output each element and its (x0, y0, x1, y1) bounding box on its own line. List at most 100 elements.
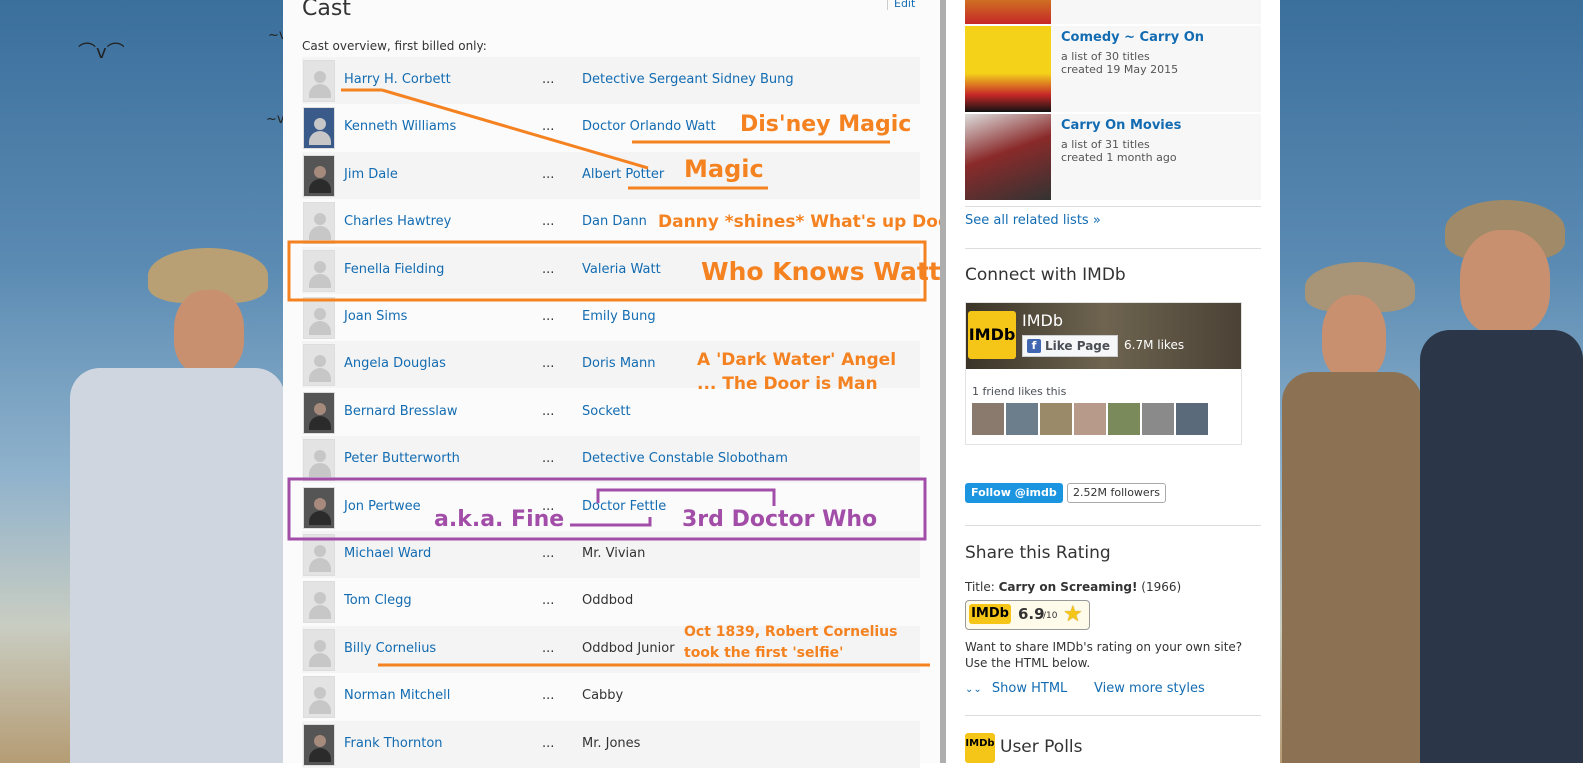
rating-scale: /10 (1043, 611, 1058, 621)
actor-name-link[interactable]: Billy Cornelius (344, 641, 436, 656)
divider (965, 248, 1261, 249)
actor-name-link[interactable]: Bernard Bresslaw (344, 404, 457, 419)
related-list-item[interactable]: Comedy ~ Carry On a list of 30 titles cr… (965, 26, 1261, 112)
actor-name-link[interactable]: Charles Hawtrey (344, 214, 451, 229)
character-name: Cabby (582, 688, 623, 703)
related-list-item[interactable] (965, 0, 1261, 24)
edit-link[interactable]: Edit (887, 0, 915, 10)
facebook-like-button[interactable]: f Like Page (1022, 335, 1118, 357)
no-photo-placeholder-icon[interactable] (303, 534, 335, 576)
actor-name-link[interactable]: Angela Douglas (344, 356, 446, 371)
character-name[interactable]: Valeria Watt (582, 262, 661, 277)
actor-name-link[interactable]: Frank Thornton (344, 736, 443, 751)
character-name[interactable]: Emily Bung (582, 309, 656, 324)
friend-avatar[interactable] (1040, 403, 1072, 435)
cast-row: Peter Butterworth... Detective Constable … (302, 436, 920, 484)
list-created: created 19 May 2015 (1061, 63, 1179, 76)
character-name: Oddbod Junior (582, 641, 675, 656)
actor-name-link[interactable]: Harry H. Corbett (344, 72, 451, 87)
friend-avatar[interactable] (1108, 403, 1140, 435)
character-name[interactable]: Dan Dann (582, 214, 647, 229)
character-name[interactable]: Doris Mann (582, 356, 656, 371)
facebook-like-label: Like Page (1045, 339, 1111, 353)
actor-photo[interactable] (303, 486, 335, 529)
cast-ellipsis: ... (542, 451, 555, 467)
cast-ellipsis: ... (542, 214, 555, 230)
character-name[interactable]: Doctor Fettle (582, 499, 666, 514)
character-name-text: Cabby (582, 688, 624, 704)
character-name[interactable]: Detective Constable Slobotham (582, 451, 788, 466)
actor-photo[interactable] (303, 391, 335, 434)
user-polls-heading: User Polls (1000, 737, 1083, 757)
facebook-friends-text: 1 friend likes this (972, 385, 1067, 398)
actor-name-link[interactable]: Tom Clegg (344, 593, 412, 608)
no-photo-placeholder-icon[interactable] (303, 202, 335, 245)
character-name-text: Orlando Watt (629, 119, 716, 135)
title-label: Title: (965, 580, 995, 594)
annotation-selfie-2: took the first 'selfie' (684, 645, 844, 661)
no-photo-placeholder-icon[interactable] (303, 297, 335, 339)
friend-avatar[interactable] (972, 403, 1004, 435)
cast-row: Jim Dale... Albert Potter (302, 151, 920, 199)
friend-avatar[interactable] (1176, 403, 1208, 435)
actor-name-link[interactable]: Fenella Fielding (344, 262, 444, 277)
friend-avatar[interactable] (1006, 403, 1038, 435)
character-name[interactable]: Detective Sergeant Sidney Bung (582, 72, 794, 87)
actor-name-link[interactable]: Peter Butterworth (344, 451, 460, 466)
show-html-label: Show HTML (991, 681, 1068, 696)
cast-row: Tom Clegg... Oddbod (302, 578, 920, 626)
no-photo-placeholder-icon[interactable] (303, 60, 335, 102)
view-more-styles-link[interactable]: View more styles (1094, 681, 1205, 696)
share-title-line: Title: Carry on Screaming! (1966) (965, 580, 1181, 594)
no-photo-placeholder-icon[interactable] (303, 439, 335, 482)
actor-photo[interactable] (303, 723, 335, 766)
annotation-third-doctor: 3rd Doctor Who (682, 507, 878, 532)
cast-ellipsis: ... (542, 356, 555, 372)
character-name-text: Dan Dann (582, 214, 647, 230)
actor-name-link[interactable]: Norman Mitchell (344, 688, 450, 703)
actor-name-link[interactable]: Jon Pertwee (344, 499, 421, 514)
cast-ellipsis: ... (542, 593, 555, 609)
actor-photo[interactable] (303, 154, 335, 197)
cast-ellipsis: ... (542, 166, 555, 182)
character-name[interactable]: Albert Potter (582, 167, 664, 182)
sidebar: Comedy ~ Carry On a list of 30 titles cr… (946, 0, 1280, 763)
actor-name-link[interactable]: Kenneth Williams (344, 119, 456, 134)
character-name-text: Doris Mann (582, 356, 656, 372)
annotation-disney: Dis'ney Magic (740, 112, 912, 137)
no-photo-placeholder-icon[interactable] (303, 628, 335, 671)
no-photo-placeholder-icon[interactable] (303, 581, 335, 624)
rating-value: 6.9 (1018, 605, 1045, 623)
cast-ellipsis: ... (542, 119, 555, 135)
character-name[interactable]: Sockett (582, 404, 631, 419)
character-name-text: Oddbod (582, 593, 634, 609)
cast-ellipsis: ... (542, 688, 555, 704)
actor-photo[interactable] (303, 107, 335, 150)
character-name-text: Emily Bung (582, 309, 656, 324)
no-photo-placeholder-icon[interactable] (303, 344, 335, 387)
show-html-link[interactable]: ⌄⌄ Show HTML (965, 681, 1067, 696)
cast-ellipsis: ... (542, 72, 555, 87)
no-photo-placeholder-icon[interactable] (303, 676, 335, 719)
list-title[interactable]: Carry On Movies (1061, 118, 1181, 133)
see-all-lists-link[interactable]: See all related lists » (965, 213, 1101, 228)
list-title[interactable]: Comedy ~ Carry On (1061, 30, 1204, 45)
related-list-item[interactable]: Carry On Movies a list of 31 titles crea… (965, 114, 1261, 200)
friend-avatar[interactable] (1074, 403, 1106, 435)
actor-name-link[interactable]: Michael Ward (344, 546, 431, 561)
actor-name-link[interactable]: Jim Dale (344, 167, 398, 182)
facebook-page-name[interactable]: IMDb (1022, 311, 1063, 330)
character-name[interactable]: Doctor Orlando Watt (582, 119, 716, 134)
twitter-follow-button[interactable]: Follow @imdb (965, 483, 1063, 503)
character-name-text: Oddbod Junior (582, 640, 675, 656)
cast-ellipsis: ... (542, 735, 555, 751)
share-rating-heading: Share this Rating (965, 543, 1111, 563)
connect-heading: Connect with IMDb (965, 265, 1126, 285)
movie-year: (1966) (1141, 580, 1182, 594)
no-photo-placeholder-icon[interactable] (303, 249, 335, 292)
friend-avatar[interactable] (1142, 403, 1174, 435)
imdb-logo-icon: IMDb (969, 604, 1011, 624)
bird-icon: ⌒v⌒ (78, 42, 125, 63)
actor-name-link[interactable]: Joan Sims (344, 309, 407, 324)
character-name: Mr. Vivian (582, 546, 645, 561)
